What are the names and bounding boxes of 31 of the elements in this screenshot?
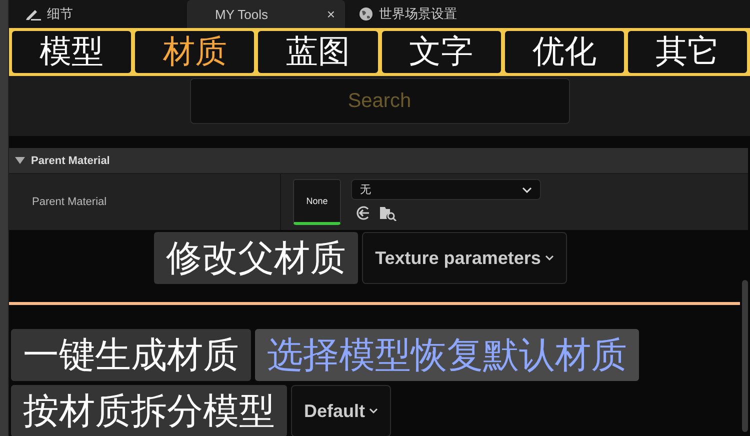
- section-title: Parent Material: [31, 154, 110, 166]
- section-header[interactable]: Parent Material: [9, 148, 748, 174]
- dropdown[interactable]: Texture parameters: [362, 232, 567, 284]
- caret-icon: [369, 408, 378, 414]
- folder-search-icon[interactable]: [379, 205, 397, 221]
- material-thumbnail[interactable]: None: [293, 179, 341, 225]
- collapse-arrow-icon[interactable]: [15, 157, 25, 164]
- asset-dropdown[interactable]: 无: [351, 179, 541, 200]
- category-tab[interactable]: 优化: [504, 31, 624, 73]
- dropdown[interactable]: Default: [291, 385, 392, 436]
- caret-icon: [544, 255, 554, 261]
- caret-icon: [522, 186, 532, 192]
- action-button[interactable]: 一键生成材质: [11, 329, 251, 381]
- category-tab[interactable]: 文字: [382, 31, 501, 73]
- close-icon[interactable]: ×: [326, 6, 335, 22]
- category-tab[interactable]: 其它: [628, 31, 748, 73]
- panel-tab[interactable]: MY Tools ×: [187, 0, 345, 28]
- scrollbar[interactable]: [742, 280, 748, 432]
- panel-tab[interactable]: 世界场景设置: [349, 0, 467, 28]
- category-tab[interactable]: 蓝图: [258, 31, 378, 73]
- action-button[interactable]: 修改父材质: [154, 232, 358, 284]
- arrow-left-circle-icon[interactable]: [355, 205, 371, 221]
- panel-tab[interactable]: 细节: [15, 0, 83, 28]
- property-label: Parent Material: [32, 196, 107, 208]
- action-button[interactable]: 按材质拆分模型: [11, 385, 287, 436]
- globe-icon: [359, 7, 373, 21]
- search-field[interactable]: Search: [190, 78, 570, 124]
- category-tab[interactable]: 模型: [12, 31, 132, 73]
- pencil-icon: [25, 7, 41, 21]
- action-button[interactable]: 选择模型恢复默认材质: [255, 329, 639, 381]
- category-tab[interactable]: 材质: [135, 31, 254, 73]
